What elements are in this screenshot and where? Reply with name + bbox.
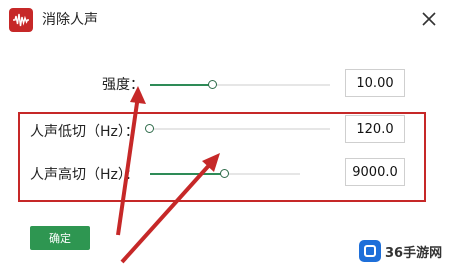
watermark: 36手游网 <box>359 240 442 262</box>
watermark-text: 36手游网 <box>385 245 443 261</box>
watermark-logo-icon <box>359 240 381 262</box>
annotation-arrow <box>116 86 146 236</box>
annotation-arrows <box>116 86 220 264</box>
annotation-arrow <box>120 153 220 264</box>
